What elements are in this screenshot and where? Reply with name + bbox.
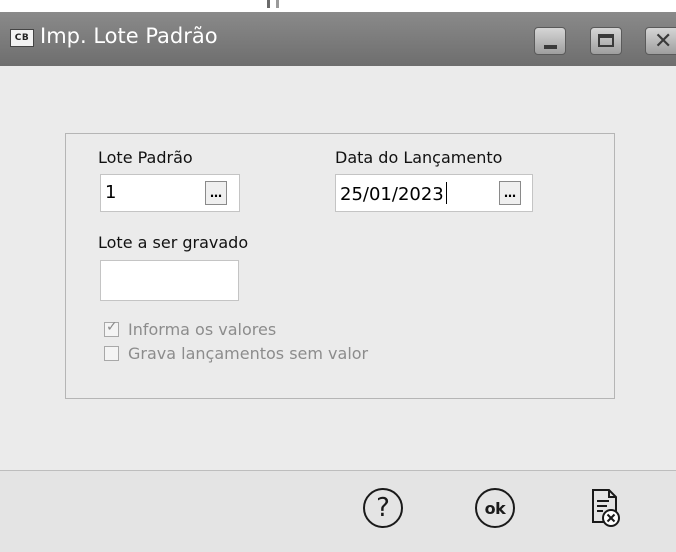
text-caret <box>445 182 447 204</box>
close-button[interactable]: ✕ <box>645 27 676 55</box>
minimize-button[interactable] <box>534 27 566 55</box>
app-icon[interactable]: CB <box>10 29 34 47</box>
data-lancamento-lookup-button[interactable]: … <box>499 181 521 205</box>
lote-padrao-label: Lote Padrão <box>98 148 193 167</box>
checkmark-icon: ✓ <box>106 318 118 335</box>
data-lancamento-label: Data do Lançamento <box>335 148 503 167</box>
grava-sem-valor-label: Grava lançamentos sem valor <box>128 343 369 363</box>
grava-sem-valor-checkbox[interactable]: Grava lançamentos sem valor <box>104 343 368 363</box>
title-bar[interactable]: CB Imp. Lote Padrão ✕ <box>0 12 676 66</box>
button-bar: ? ok <box>0 470 676 552</box>
minimize-icon <box>544 45 557 49</box>
informa-valores-checkbox[interactable]: ✓ Informa os valores <box>104 319 276 339</box>
data-lancamento-value: 25/01/2023 <box>340 182 447 205</box>
checkbox-box[interactable] <box>104 345 119 361</box>
background-mark <box>267 0 270 8</box>
cancel-document-icon[interactable] <box>585 484 625 532</box>
form-group-box: Lote Padrão 1 … Data do Lançamento 25/01… <box>65 133 615 399</box>
maximize-button[interactable] <box>590 27 622 55</box>
lote-gravado-label: Lote a ser gravado <box>98 233 249 252</box>
maximize-icon <box>598 34 614 47</box>
lote-gravado-field[interactable] <box>100 260 239 301</box>
lote-padrao-value: 1 <box>105 182 117 203</box>
lote-padrao-field[interactable]: 1 … <box>100 174 240 212</box>
checkbox-box[interactable]: ✓ <box>104 318 119 337</box>
ok-icon[interactable]: ok <box>475 488 515 528</box>
close-icon: ✕ <box>654 29 673 54</box>
background-mark <box>276 0 279 8</box>
informa-valores-label: Informa os valores <box>128 319 277 339</box>
data-lancamento-field[interactable]: 25/01/2023 … <box>335 174 533 212</box>
window-title: Imp. Lote Padrão <box>40 24 218 48</box>
help-icon[interactable]: ? <box>363 488 403 528</box>
dialog-window: CB Imp. Lote Padrão ✕ Lote Padrão 1 … Da… <box>0 12 676 552</box>
lote-padrao-lookup-button[interactable]: … <box>205 181 227 205</box>
background-strip <box>0 0 676 12</box>
